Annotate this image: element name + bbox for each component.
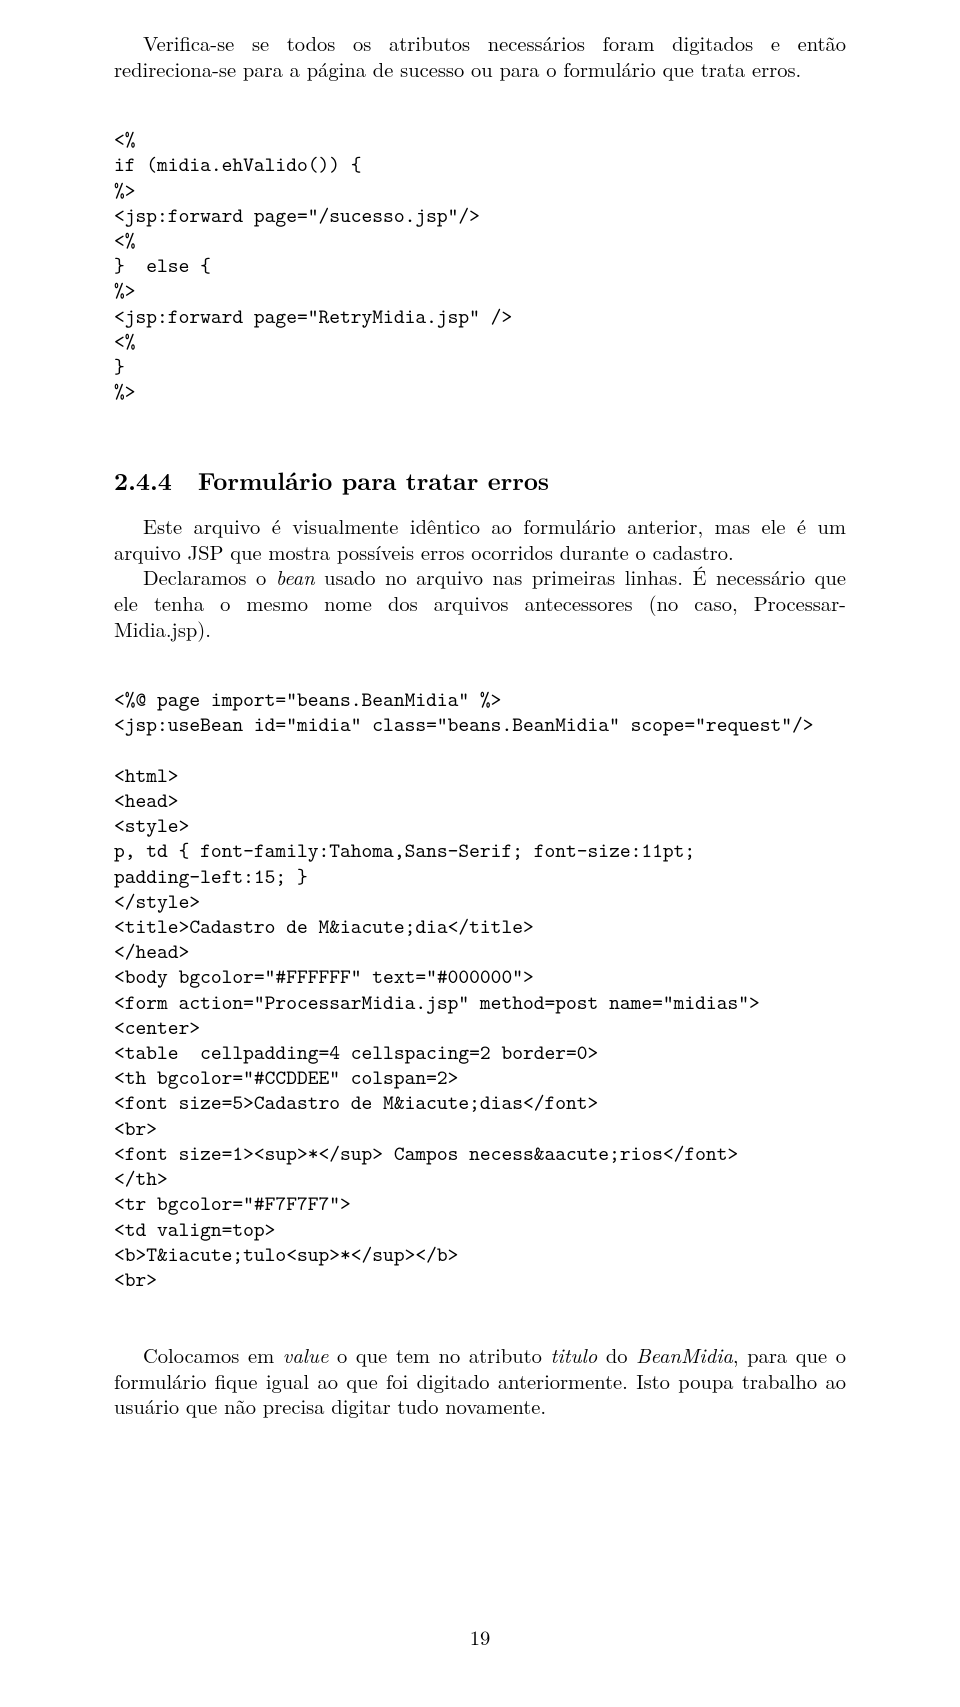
code-block-2: <%@ page import="beans.BeanMidia" %> <js… xyxy=(114,687,846,1292)
section-para-1: Este arquivo é visualmente idêntico ao f… xyxy=(114,513,846,564)
closing-paragraph: Colocamos em value o que tem no atributo… xyxy=(114,1342,846,1419)
section-title: Formulário para tratar erros xyxy=(198,463,549,498)
section-heading: 2.4.4 Formulário para tratar erros xyxy=(114,466,846,497)
page-number: 19 xyxy=(0,1624,960,1650)
section-para-2: Declaramos o bean usado no arquivo nas p… xyxy=(114,564,846,641)
code-block-1: <% if (midia.ehValido()) { %> <jsp:forwa… xyxy=(114,127,846,404)
section-number: 2.4.4 xyxy=(114,463,172,498)
intro-paragraph: Verifica-se se todos os atributos necess… xyxy=(114,30,846,81)
